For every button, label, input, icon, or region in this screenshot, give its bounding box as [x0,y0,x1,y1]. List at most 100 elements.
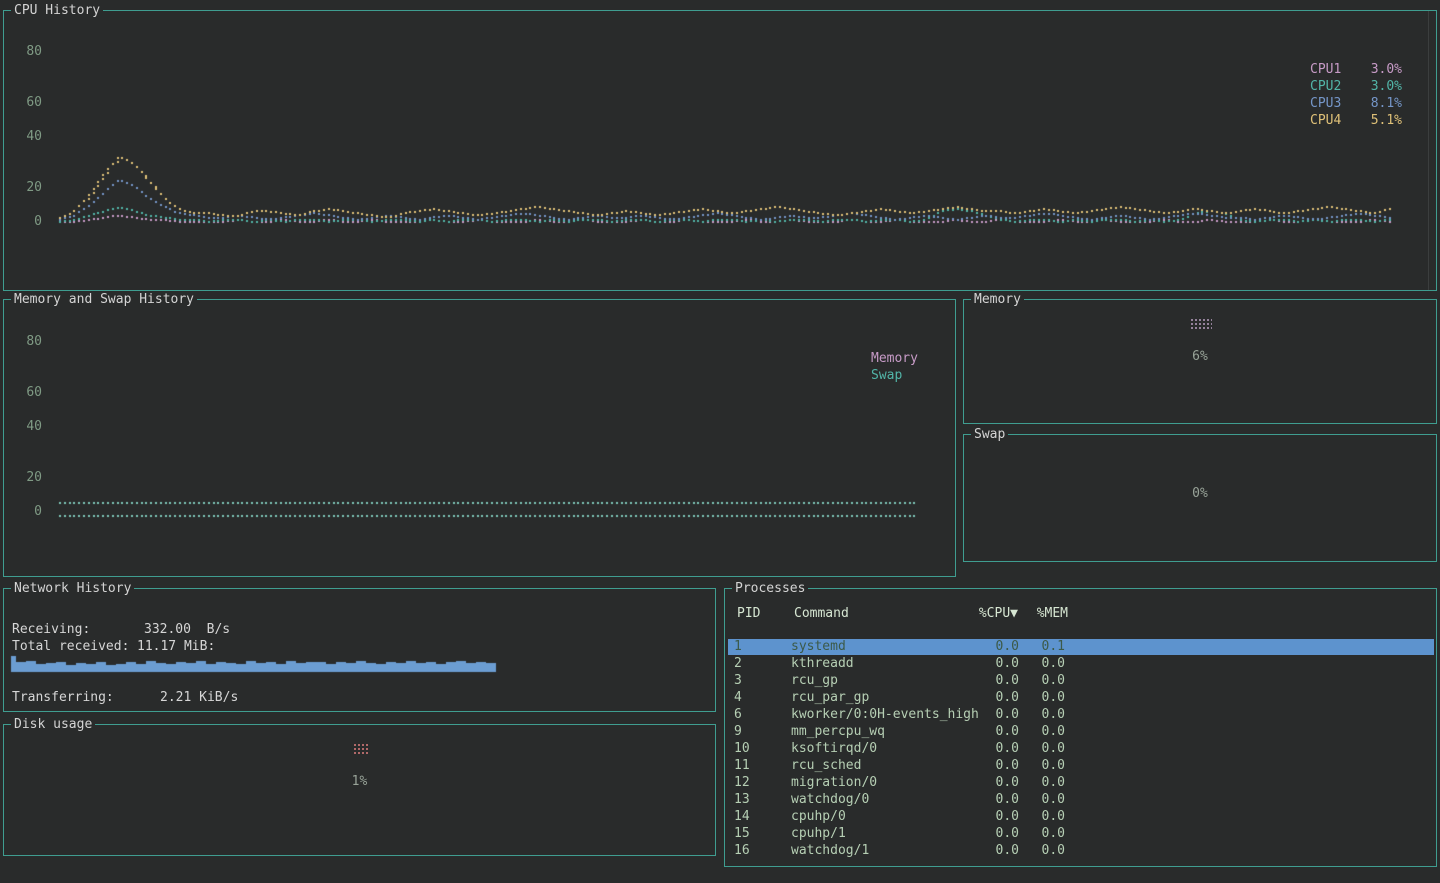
process-cpu: 0.0 [969,673,1019,689]
disk-usage-panel: Disk usage 1% [3,724,716,856]
memswap-legend-item: Swap [871,368,902,383]
process-cpu: 0.0 [969,826,1019,842]
process-row[interactable]: 11 rcu_sched 0.00.0 [728,758,1434,774]
process-mem: 0.0 [1015,775,1065,791]
process-mem: 0.0 [1015,673,1065,689]
disk-usage-title: Disk usage [11,717,95,732]
memory-gauge-icon [1190,318,1212,330]
process-cpu: 0.0 [969,758,1019,774]
process-command: rcu_sched [791,758,861,774]
column-header-pid[interactable]: PID [737,606,760,622]
process-cpu: 0.0 [969,707,1019,723]
cpu-legend-value: 8.1% [1371,96,1402,111]
process-cpu: 0.0 [969,656,1019,672]
process-row[interactable]: 10ksoftirqd/00.00.0 [728,741,1434,757]
process-mem: 0.0 [1015,707,1065,723]
process-mem: 0.0 [1015,741,1065,757]
process-command: cpuhp/0 [791,809,846,825]
process-cpu: 0.0 [969,639,1019,655]
process-row[interactable]: 12 migration/0 0.00.0 [728,775,1434,791]
cpu-legend-item: CPU1 3.0% [1310,62,1402,77]
cpu-legend-item: CPU3 8.1% [1310,96,1402,111]
processes-panel: Processes PIDCommand%CPU▼%MEM 1systemd0.… [724,588,1437,867]
disk-percent: 1% [4,775,715,789]
process-pid: 13 [734,792,750,808]
process-row[interactable]: 14 cpuhp/0 0.00.0 [728,809,1434,825]
process-pid: 2 [734,656,742,672]
cpu-history-chart [4,11,1436,290]
process-mem: 0.0 [1015,758,1065,774]
process-command: systemd [791,639,846,655]
cpu-legend-value: 3.0% [1371,62,1402,77]
process-pid: 11 [734,758,750,774]
process-command: mm_percpu_wq [791,724,885,740]
process-command: watchdog/1 [791,843,869,859]
memory-swap-history-panel: Memory and Swap History 806040200 Memory… [3,299,956,577]
process-pid: 16 [734,843,750,859]
process-pid: 1 [734,639,742,655]
column-header-cpu[interactable]: %CPU▼ [968,606,1018,622]
process-row[interactable]: 16watchdog/10.00.0 [728,843,1434,859]
cpu-legend-label: CPU2 [1310,79,1341,94]
process-cpu: 0.0 [969,775,1019,791]
process-row-selected[interactable]: 1systemd0.00.1 [728,639,1434,655]
process-row[interactable]: 6kworker/0:0H-events_high0.00.0 [728,707,1434,723]
process-mem: 0.0 [1015,826,1065,842]
process-pid: 12 [734,775,750,791]
process-row[interactable]: 3 rcu_gp 0.00.0 [728,673,1434,689]
column-header-mem[interactable]: %MEM [1018,606,1068,622]
process-pid: 4 [734,690,742,706]
process-cpu: 0.0 [969,843,1019,859]
memswap-legend-item: Memory [871,351,918,366]
process-mem: 0.0 [1015,656,1065,672]
system-monitor-screen: CPU History 806040200 CPU13.0%CPU23.0%CP… [0,0,1440,883]
process-command: kworker/0:0H-events_high [791,707,979,723]
memory-percent: 6% [964,350,1436,364]
transferring-value: 2.21 KiB/s [160,691,238,705]
cpu-legend-label: CPU3 [1310,96,1341,111]
process-mem: 0.0 [1015,690,1065,706]
graph-edge-line [1428,11,1429,290]
column-header-command[interactable]: Command [794,606,849,622]
process-row[interactable]: 13 watchdog/0 0.00.0 [728,792,1434,808]
process-pid: 6 [734,707,742,723]
process-command: rcu_gp [791,673,838,689]
process-cpu: 0.0 [969,809,1019,825]
cpu-legend-item: CPU2 3.0% [1310,79,1402,94]
memory-gauge-panel: Memory 6% [963,299,1437,424]
process-pid: 10 [734,741,750,757]
process-row[interactable]: 2 kthreadd 0.00.0 [728,656,1434,672]
memory-swap-history-chart [4,300,955,576]
cpu-history-panel: CPU History 806040200 CPU13.0%CPU23.0%CP… [3,10,1437,291]
process-mem: 0.0 [1015,809,1065,825]
process-table-header: PID Command %CPU▼%MEM [728,606,1434,622]
process-pid: 15 [734,826,750,842]
process-cpu: 0.0 [969,724,1019,740]
cpu-legend-value: 5.1% [1371,113,1402,128]
process-mem: 0.0 [1015,792,1065,808]
cpu-legend-value: 3.0% [1371,79,1402,94]
process-command: rcu_par_gp [791,690,869,706]
cpu-legend-label: CPU1 [1310,62,1341,77]
cpu-legend-label: CPU4 [1310,113,1341,128]
memory-gauge-title: Memory [971,292,1024,307]
process-command: cpuhp/1 [791,826,846,842]
transferring-label: Transferring: [12,691,114,705]
process-cpu: 0.0 [969,792,1019,808]
process-row[interactable]: 15 cpuhp/1 0.00.0 [728,826,1434,842]
process-mem: 0.0 [1015,724,1065,740]
process-pid: 9 [734,724,742,740]
processes-title: Processes [732,581,808,596]
cpu-legend-item: CPU4 5.1% [1310,113,1402,128]
swap-percent: 0% [964,487,1436,501]
process-cpu: 0.0 [969,690,1019,706]
disk-gauge-icon [353,743,370,755]
process-pid: 3 [734,673,742,689]
process-row[interactable]: 9 mm_percpu_wq 0.00.0 [728,724,1434,740]
process-cpu: 0.0 [969,741,1019,757]
process-command: watchdog/0 [791,792,869,808]
process-command: kthreadd [791,656,854,672]
process-row[interactable]: 4 rcu_par_gp 0.00.0 [728,690,1434,706]
process-command: migration/0 [791,775,877,791]
process-pid: 14 [734,809,750,825]
